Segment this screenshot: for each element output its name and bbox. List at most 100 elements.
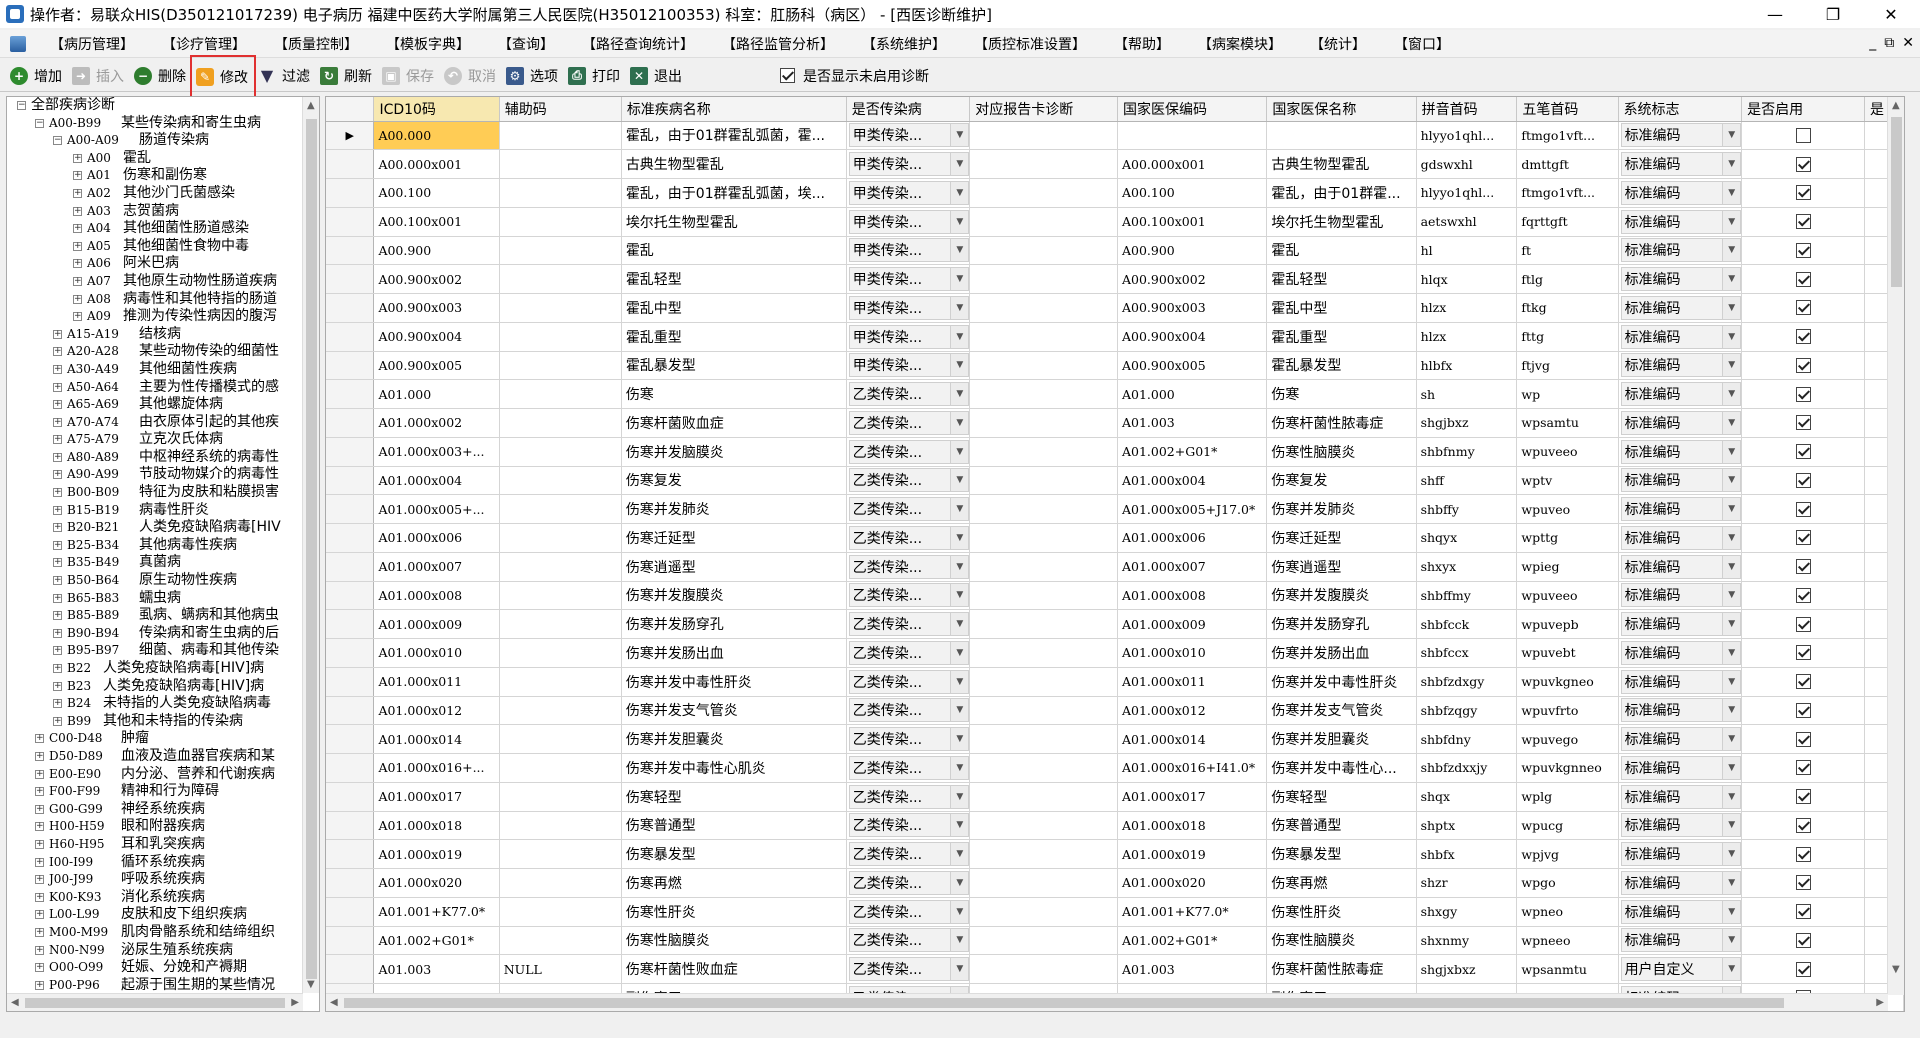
cell-aux[interactable] [499, 811, 622, 841]
enabled-checkbox[interactable] [1795, 616, 1811, 632]
cell-wb[interactable]: wpneo [1516, 897, 1619, 927]
chevron-down-icon[interactable]: ▼ [950, 814, 969, 837]
scroll-up-icon[interactable]: ▲ [307, 100, 315, 111]
cell-wb[interactable]: wpuvfrto [1516, 696, 1619, 726]
cell-enabled[interactable] [1741, 178, 1865, 208]
grid-scroll-up-icon[interactable]: ▲ [1892, 100, 1900, 111]
system-flag-combo[interactable]: 标准编码 ▼ [1620, 439, 1741, 464]
scroll-right-icon[interactable]: ▶ [291, 997, 299, 1008]
chevron-down-icon[interactable]: ▼ [1722, 958, 1741, 981]
cell-py[interactable]: hlyyo1qhl... [1416, 178, 1518, 208]
tree-node[interactable]: + A65-A69 其他螺旋体病 [7, 396, 303, 414]
cell-aux[interactable] [499, 523, 622, 553]
options-button[interactable]: ⚙ 选项 [502, 62, 564, 90]
cell-icd[interactable]: A01.000x004 [373, 466, 500, 496]
enabled-checkbox[interactable] [1795, 559, 1811, 575]
column-header[interactable]: 对应报告卡诊断 [969, 97, 1118, 122]
system-flag-combo[interactable]: 标准编码 ▼ [1620, 698, 1741, 723]
expand-icon[interactable]: + [53, 681, 62, 691]
expand-icon[interactable]: + [53, 558, 62, 568]
row-header[interactable] [326, 437, 375, 467]
cell-aux[interactable] [499, 724, 622, 754]
expand-icon[interactable]: + [53, 505, 62, 515]
cell-card[interactable] [969, 408, 1118, 438]
cell-ybcode[interactable]: A01.000x007 [1117, 552, 1268, 582]
tree-node[interactable]: + E00-E90 内分泌、营养和代谢疾病 [7, 766, 303, 784]
cell-name[interactable]: 伤寒迁延型 [621, 523, 847, 553]
cell-enabled[interactable] [1741, 897, 1865, 927]
cell-inf[interactable]: 乙类传染... ▼ [846, 466, 971, 496]
expand-icon[interactable]: + [53, 364, 62, 374]
tree-node[interactable]: + A03 志贺菌病 [7, 203, 303, 221]
chevron-down-icon[interactable]: ▼ [1722, 124, 1741, 147]
enabled-checkbox[interactable] [1795, 300, 1811, 316]
row-header[interactable] [326, 408, 375, 438]
table-row[interactable]: A00.000x001 古典生物型霍乱 甲类传染... ▼ A00.000x001 古典生… [326, 149, 1904, 179]
menu-item[interactable]: 【窗口】 [1380, 34, 1464, 54]
cell-inf[interactable]: 乙类传染... ▼ [846, 897, 971, 927]
enabled-checkbox[interactable] [1795, 329, 1811, 345]
system-flag-combo[interactable]: 标准编码 ▼ [1620, 209, 1741, 234]
cell-sys[interactable]: 标准编码 ▼ [1618, 782, 1743, 812]
cell-inf[interactable]: 乙类传染... ▼ [846, 523, 971, 553]
cell-sys[interactable]: 标准编码 ▼ [1618, 466, 1743, 496]
mdi-close-icon[interactable]: ✕ [1902, 35, 1914, 51]
expand-icon[interactable]: + [73, 188, 82, 198]
expand-icon[interactable]: + [73, 276, 82, 286]
cell-ybcode[interactable]: A00.900 [1117, 236, 1268, 266]
infectious-combo[interactable]: 乙类传染... ▼ [848, 612, 969, 637]
cell-ybname[interactable]: 伤寒并发肺炎 [1266, 494, 1417, 524]
cell-py[interactable]: shff [1416, 466, 1518, 496]
grid-scroll-down-icon[interactable]: ▼ [1892, 964, 1900, 975]
cell-aux[interactable] [499, 264, 622, 294]
cell-wb[interactable]: wpsanmtu [1516, 954, 1619, 984]
cell-ybcode[interactable]: A00.900x002 [1117, 264, 1268, 294]
cell-icd[interactable]: A00.900 [373, 236, 500, 266]
cell-aux[interactable] [499, 236, 622, 266]
chevron-down-icon[interactable]: ▼ [950, 728, 969, 751]
expand-icon[interactable]: + [35, 839, 44, 849]
infectious-combo[interactable]: 甲类传染... ▼ [848, 238, 969, 263]
cell-inf[interactable]: 乙类传染... ▼ [846, 609, 971, 639]
cell-py[interactable]: aetswxhl [1416, 207, 1518, 237]
cell-card[interactable] [969, 207, 1118, 237]
menu-item[interactable]: 【路径查询统计】 [568, 34, 708, 54]
menu-item[interactable]: 【病历管理】 [36, 34, 148, 54]
chevron-down-icon[interactable]: ▼ [1722, 296, 1741, 319]
cell-ybname[interactable]: 伤寒杆菌性脓毒症 [1266, 954, 1417, 984]
cell-ybcode[interactable]: A01.000x010 [1117, 638, 1268, 668]
cell-wb[interactable]: fqrttgft [1516, 207, 1619, 237]
chevron-down-icon[interactable]: ▼ [1722, 785, 1741, 808]
row-header[interactable] [326, 753, 375, 783]
cell-py[interactable]: shgjbxz [1416, 408, 1518, 438]
tree-node[interactable]: + B15-B19 病毒性肝炎 [7, 502, 303, 520]
cell-aux[interactable] [499, 437, 622, 467]
expand-icon[interactable]: + [35, 963, 44, 973]
cell-ybcode[interactable]: A01.000x008 [1117, 581, 1268, 611]
row-header[interactable] [326, 552, 375, 582]
expand-icon[interactable]: + [53, 716, 62, 726]
cell-ybname[interactable]: 伤寒并发中毒性心... [1266, 753, 1417, 783]
expand-icon[interactable]: + [53, 470, 62, 480]
infectious-combo[interactable]: 乙类传染... ▼ [848, 583, 969, 608]
cell-py[interactable]: shbfx [1416, 839, 1518, 869]
enabled-checkbox[interactable] [1795, 932, 1811, 948]
cell-card[interactable] [969, 494, 1118, 524]
cell-sys[interactable]: 标准编码 ▼ [1618, 178, 1743, 208]
infectious-combo[interactable]: 乙类传染... ▼ [848, 842, 969, 867]
expand-icon[interactable]: + [35, 892, 44, 902]
cell-wb[interactable]: wpjvg [1516, 839, 1619, 869]
cell-ybname[interactable]: 伤寒 [1266, 379, 1417, 409]
infectious-combo[interactable]: 甲类传染... ▼ [848, 209, 969, 234]
row-header[interactable] [326, 926, 375, 956]
enabled-checkbox[interactable] [1795, 674, 1811, 690]
expand-icon[interactable]: + [53, 382, 62, 392]
tree-node[interactable]: + J00-J99 呼吸系统疾病 [7, 871, 303, 889]
cell-ybcode[interactable]: A01.000x004 [1117, 466, 1268, 496]
chevron-down-icon[interactable]: ▼ [950, 383, 969, 406]
tree-node[interactable]: + B24 未特指的人类免疫缺陷病毒 [7, 695, 303, 713]
cell-aux[interactable] [499, 897, 622, 927]
expand-icon[interactable]: + [73, 312, 82, 322]
expand-icon[interactable]: + [35, 822, 44, 832]
chevron-down-icon[interactable]: ▼ [1722, 526, 1741, 549]
